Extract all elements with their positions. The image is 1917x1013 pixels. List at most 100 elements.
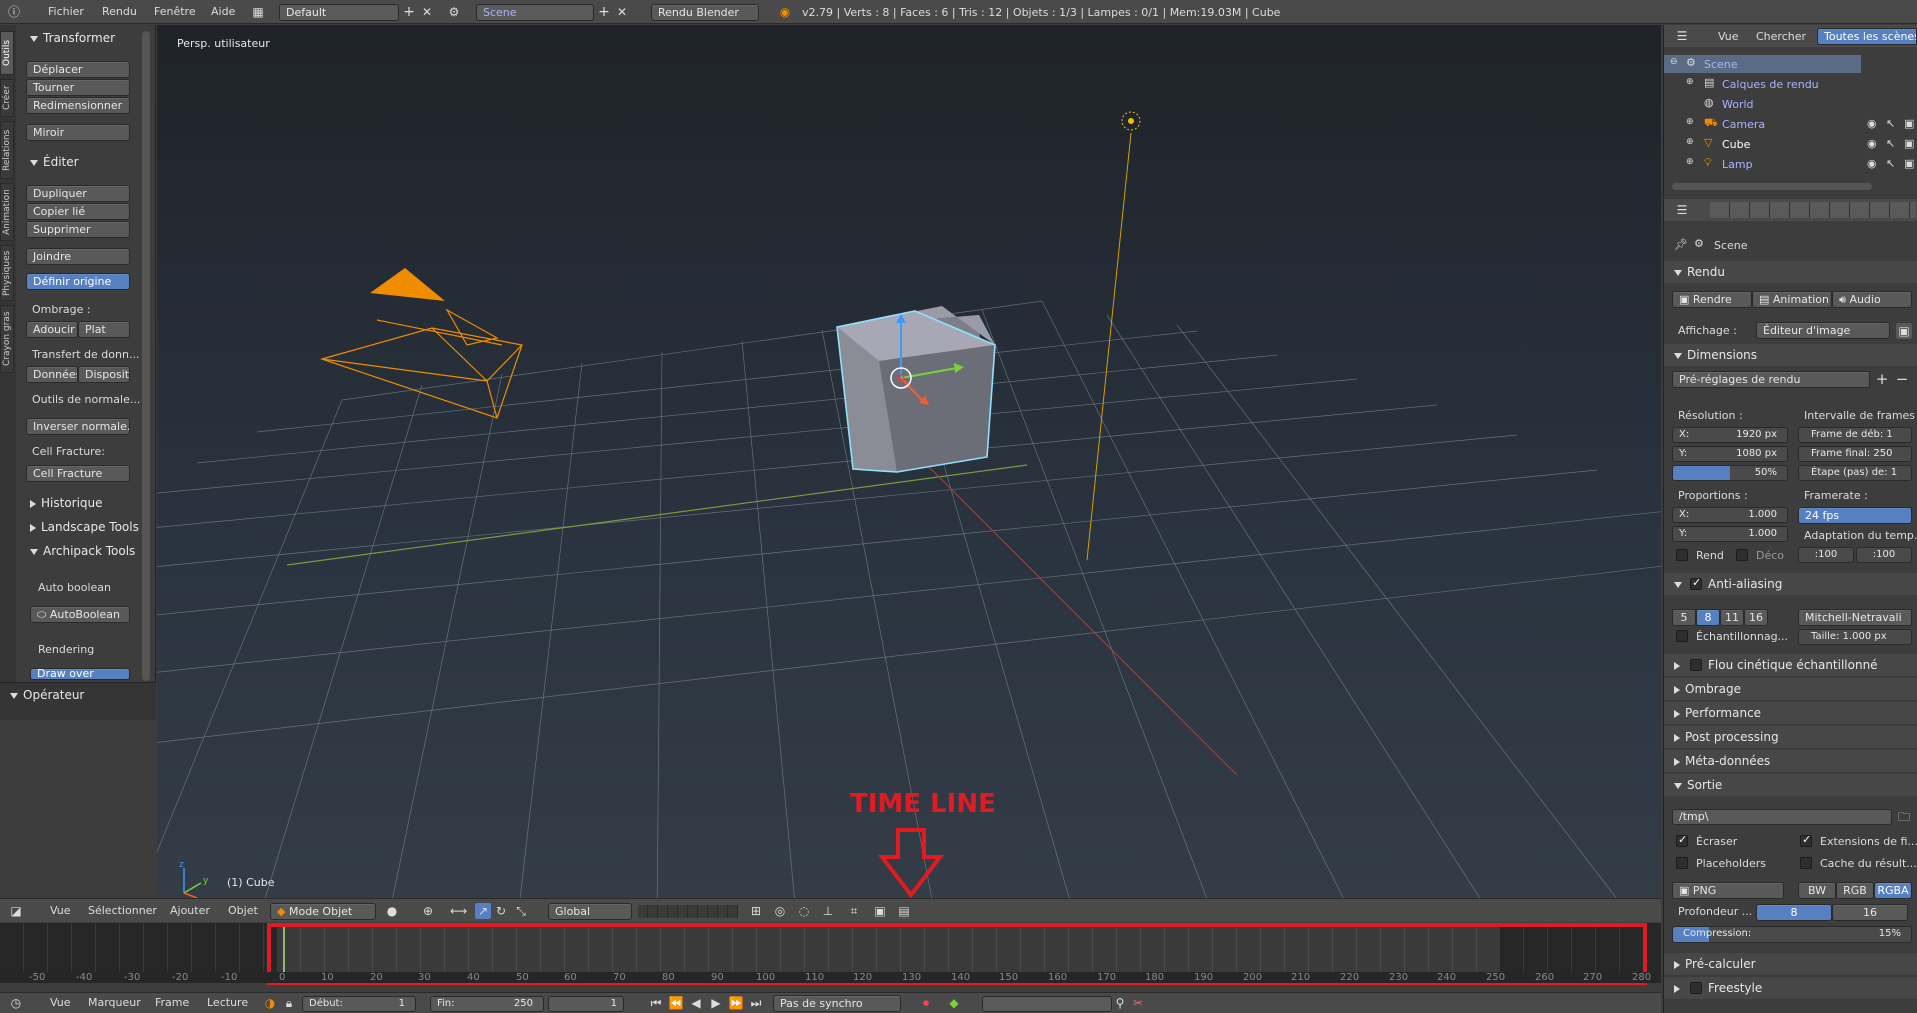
rotate-button[interactable]: Tourner xyxy=(26,79,130,96)
outliner-editor-icon[interactable]: ☰ xyxy=(1674,28,1690,44)
motion-blur-checkbox[interactable] xyxy=(1690,659,1702,671)
panel-archipack-header[interactable]: Archipack Tools xyxy=(30,544,135,558)
tab-grease-pencil[interactable]: Crayon gras xyxy=(0,305,14,373)
expand-icon[interactable]: ⊖ xyxy=(1670,57,1678,67)
translate-button[interactable]: Déplacer xyxy=(26,61,130,78)
cell-fracture-button[interactable]: Cell Fracture xyxy=(26,465,130,482)
scale-button[interactable]: Redimensionner xyxy=(26,97,130,114)
delete-button[interactable]: Supprimer xyxy=(26,221,130,238)
full-sample-checkbox[interactable] xyxy=(1676,630,1688,642)
menu-render[interactable]: Rendu xyxy=(102,5,137,18)
duplicate-linked-button[interactable]: Copier lié xyxy=(26,203,130,220)
close-scene-icon[interactable]: ✕ xyxy=(614,4,630,20)
freestyle-checkbox[interactable] xyxy=(1690,982,1702,994)
duplicate-button[interactable]: Dupliquer xyxy=(26,185,130,202)
timeline-area[interactable]: -50 -40 -30 -20 -10 0 10 20 30 40 50 60 … xyxy=(0,923,1661,985)
layer-buttons[interactable] xyxy=(638,905,738,918)
join-button[interactable]: Joindre xyxy=(26,248,130,265)
remove-preset-icon[interactable]: − xyxy=(1894,371,1910,387)
timeline-menu-frame[interactable]: Frame xyxy=(155,996,189,1009)
rotate-manipulator-icon[interactable]: ↻ xyxy=(493,903,509,919)
outliner-menu-view[interactable]: Vue xyxy=(1718,30,1739,43)
viewport-shading-icon[interactable]: ● xyxy=(384,903,400,919)
jump-start-icon[interactable]: ⏮ xyxy=(648,995,664,1011)
render-toggle-icon[interactable]: ▣ xyxy=(1904,137,1914,150)
outliner-scrollbar[interactable] xyxy=(1672,183,1872,190)
frame-step-property[interactable]: Étape (pas) de: 1 xyxy=(1798,465,1912,481)
scene-icon[interactable]: ⚙ xyxy=(446,4,462,20)
set-origin-dropdown[interactable]: Définir origine xyxy=(26,273,130,290)
time-remap-new-field[interactable]: :100 xyxy=(1856,547,1912,563)
opengl-anim-icon[interactable]: ▤ xyxy=(896,903,912,919)
proportional-edit-icon[interactable]: ◌ xyxy=(796,903,812,919)
tab-physics[interactable]: Physiques xyxy=(0,245,14,301)
border-checkbox[interactable] xyxy=(1676,549,1688,561)
select-arrow-icon[interactable]: ↖ xyxy=(1886,157,1895,170)
tab-animation[interactable]: Animation xyxy=(0,183,14,241)
render-toggle-icon[interactable]: ▣ xyxy=(1904,157,1914,170)
transform-orientation-selector[interactable]: Global xyxy=(548,903,632,920)
visibility-eye-icon[interactable]: ◉ xyxy=(1867,157,1877,170)
display-mode-dropdown[interactable]: Éditeur d'image xyxy=(1756,322,1890,339)
panel-motion-blur-header[interactable] xyxy=(1674,658,1685,672)
add-scene-icon[interactable]: + xyxy=(596,4,612,20)
viewport-3d[interactable]: Persp. utilisateur (1) Cube z y TIME LIN… xyxy=(157,25,1661,905)
outliner-row-camera[interactable]: ⊕ ⛟ Camera ◉ ↖ ▣ xyxy=(1664,115,1917,133)
lock-interface-icon[interactable]: ▣ xyxy=(1896,323,1912,339)
render-preview-icon[interactable]: ◎ xyxy=(772,903,788,919)
current-frame-field[interactable]: 1 xyxy=(548,996,624,1012)
timeline-menu-marker[interactable]: Marqueur xyxy=(88,996,141,1009)
jump-keyframe-back-icon[interactable]: ⏪ xyxy=(668,995,684,1011)
expand-icon[interactable]: ⊕ xyxy=(1686,157,1694,167)
manipulator-toggle-icon[interactable]: ⟷ xyxy=(450,903,467,919)
panel-output-header[interactable]: Sortie xyxy=(1674,778,1722,792)
render-audio-button[interactable]: 🔊︎ Audio xyxy=(1832,291,1912,308)
crop-checkbox[interactable] xyxy=(1736,549,1748,561)
mode-selector[interactable]: ◆ Mode Objet xyxy=(270,903,376,920)
panel-freestyle-header[interactable] xyxy=(1674,981,1685,995)
filter-size-field[interactable]: Taille: 1.000 px xyxy=(1798,629,1912,645)
layout-selector[interactable]: Default xyxy=(279,4,399,21)
render-presets-dropdown[interactable]: Pré-réglages de rendu xyxy=(1672,371,1870,388)
add-preset-icon[interactable]: + xyxy=(1874,371,1890,387)
framerate-dropdown[interactable]: 24 fps xyxy=(1798,507,1912,524)
timeline-menu-playback[interactable]: Lecture xyxy=(207,996,248,1009)
auto-boolean-button[interactable]: ⬭ AutoBoolean xyxy=(30,606,130,623)
view3d-menu-view[interactable]: Vue xyxy=(50,904,71,917)
outliner-row-world[interactable]: ◍ World xyxy=(1664,95,1917,113)
color-mode-bw[interactable]: BW xyxy=(1798,882,1836,899)
context-tabs[interactable] xyxy=(1710,202,1916,218)
data-layout-button[interactable]: Dispositi xyxy=(78,366,130,383)
lock-range-icon[interactable]: 🔒︎ xyxy=(281,995,297,1011)
panel-landscape-header[interactable]: Landscape Tools xyxy=(30,520,139,534)
screen-layout-icon[interactable]: ▦ xyxy=(250,4,266,20)
tab-relations[interactable]: Relations xyxy=(0,121,14,179)
data-transfer-button[interactable]: Données xyxy=(26,366,78,383)
frame-end-field[interactable]: Fin: 250 xyxy=(430,996,544,1012)
panel-transform-header[interactable]: Transformer xyxy=(30,31,115,45)
cache-result-checkbox[interactable] xyxy=(1800,857,1812,869)
output-path-field[interactable]: /tmp\ xyxy=(1672,809,1892,825)
anti-aliasing-checkbox[interactable] xyxy=(1690,576,1702,590)
aa-samples-16[interactable]: 16 xyxy=(1744,609,1768,626)
invert-normals-button[interactable]: Inverser normale... xyxy=(26,418,130,435)
display-mode-selector[interactable]: Toutes les scènes xyxy=(1817,28,1917,45)
translate-manipulator-icon[interactable]: ↗ xyxy=(475,903,491,919)
pin-icon[interactable]: 📌︎ xyxy=(1674,238,1688,251)
add-layout-icon[interactable]: + xyxy=(401,4,417,20)
select-arrow-icon[interactable]: ↖ xyxy=(1886,117,1895,130)
play-reverse-icon[interactable]: ◀ xyxy=(688,995,704,1011)
expand-icon[interactable]: ⊕ xyxy=(1686,77,1694,87)
panel-performance-header[interactable]: Performance xyxy=(1674,706,1761,720)
render-toggle-icon[interactable]: ▣ xyxy=(1904,117,1914,130)
mirror-button[interactable]: Miroir xyxy=(26,124,130,141)
frame-start-field[interactable]: Début: 1 xyxy=(302,996,416,1012)
panel-history-header[interactable]: Historique xyxy=(30,496,103,510)
jump-end-icon[interactable]: ⏭ xyxy=(748,995,764,1011)
info-editor-icon[interactable]: ⓘ xyxy=(6,4,22,20)
frame-start-property[interactable]: Frame de déb: 1 xyxy=(1798,427,1912,443)
resolution-percentage-slider[interactable]: 50% xyxy=(1672,465,1788,481)
panel-bake-header[interactable]: Pré-calculer xyxy=(1674,957,1756,971)
snap-icon[interactable]: ⊥ xyxy=(820,903,836,919)
panel-metadata-header[interactable]: Méta-données xyxy=(1674,754,1770,768)
